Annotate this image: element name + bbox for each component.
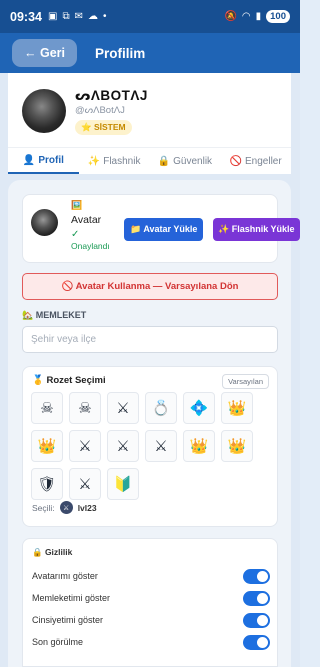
profile-tabs: 👤 Profil ✨ Flashnik 🔒 Güvenlik 🚫 Engelle… — [8, 147, 291, 174]
badge-option[interactable]: 👑 — [221, 392, 253, 424]
avatar-section: 🖼️ Avatar ✓ Onaylandı 📁 Avatar Yükle ✨ F… — [22, 194, 300, 263]
shield-swords-icon: ⚔ — [154, 438, 168, 455]
back-button[interactable]: ← Geri — [12, 39, 77, 67]
show-hometown-toggle[interactable] — [243, 590, 270, 606]
silent-icon: 🔕 — [224, 11, 237, 22]
photo-icon: ▣ — [47, 11, 58, 22]
privacy-row-avatar: Avatarımı göster — [32, 567, 270, 585]
battery-icon: 100 — [266, 10, 290, 23]
profile-content: 🖼️ Avatar ✓ Onaylandı 📁 Avatar Yükle ✨ F… — [8, 180, 300, 667]
selected-badge-row: Seçili: ⚔ lvl23 — [32, 501, 97, 514]
purple-crown-icon: 👑 — [37, 438, 57, 455]
show-gender-toggle[interactable] — [243, 612, 270, 628]
shield-swords-icon: ⚔ — [116, 438, 130, 455]
upload-avatar-button[interactable]: 📁 Avatar Yükle — [124, 218, 204, 241]
profile-page[interactable]: ᔕΛBOTΛJ @ᔕΛBotΛJ ⭐ SİSTEM 👤 Profil ✨ Fla… — [0, 73, 300, 667]
privacy-row-label: Cinsiyetimi göster — [32, 615, 104, 625]
last-seen-toggle[interactable] — [243, 634, 270, 650]
wifi-icon: ◠ — [241, 11, 251, 22]
shield-swords-icon: ⚔ — [78, 476, 92, 493]
privacy-title: 🔒 Gizlilik — [32, 547, 73, 557]
privacy-row-last-seen: Son görülme — [32, 633, 270, 651]
gold-crown-icon: 👑 — [227, 438, 247, 455]
avatar-status: Onaylandı — [71, 241, 110, 251]
prohibited-icon: 🚫 — [229, 155, 242, 167]
selected-badge-value: lvl23 — [77, 502, 97, 513]
privacy-section: 🔒 Gizlilik Avatarımı göster Memleketimi … — [22, 538, 278, 667]
privacy-row-hometown: Memleketimi göster — [32, 589, 270, 607]
tab-label: Güvenlik — [173, 155, 213, 167]
badge-selection-title: 🥇 Rozet Seçimi — [32, 375, 106, 386]
avatar-preview — [31, 209, 58, 236]
tiara-icon: 👑 — [227, 400, 247, 417]
gold-crown-icon: 👑 — [189, 438, 209, 455]
privacy-row-gender: Cinsiyetimi göster — [32, 611, 270, 629]
hometown-label: 🏡 MEMLEKET — [22, 310, 87, 320]
upload-flashnik-button[interactable]: ✨ Flashnik Yükle — [213, 218, 300, 241]
tab-guvenlik[interactable]: 🔒 Güvenlik — [150, 148, 221, 174]
status-time: 09:34 — [10, 9, 42, 24]
tab-flashnik[interactable]: ✨ Flashnik — [79, 148, 150, 174]
badge-option[interactable]: 🔰 — [107, 468, 139, 500]
blue-emblem-icon: 🔰 — [113, 476, 133, 493]
selected-label: Seçili: — [32, 502, 55, 513]
diamond-ring-icon: 💍 — [151, 400, 171, 417]
badge-option[interactable]: 👑 — [183, 430, 215, 462]
check-icon: ✓ — [71, 229, 80, 240]
picture-icon: 🖼️ — [71, 200, 83, 210]
signal-icon: ▮ — [255, 11, 262, 22]
shield-swords-icon: ⚔ — [78, 438, 92, 455]
tab-label: Engeller — [245, 155, 282, 167]
avatar-label: Avatar — [71, 214, 102, 226]
badge-option[interactable]: 🛡 — [31, 468, 63, 500]
system-badge: ⭐ SİSTEM — [75, 120, 132, 135]
reset-avatar-button[interactable]: 🚫 Avatar Kullanma — Varsayılana Dön — [22, 273, 278, 300]
skull-swords-icon: ☠ — [78, 400, 92, 417]
shield-swords-icon: ⚔ — [116, 400, 130, 417]
sparkles-icon: ✨ — [87, 155, 101, 167]
tab-profil[interactable]: 👤 Profil — [8, 148, 79, 174]
page-title: Profilim — [95, 45, 146, 61]
message-icon: ✉ — [74, 11, 83, 22]
tab-engeller[interactable]: 🚫 Engeller — [220, 148, 291, 174]
user-icon: 👤 — [22, 154, 36, 166]
badge-selection-section: 🥇 Rozet Seçimi Varsayılan ☠ ☠ ⚔ 💍 💠 👑 👑 ⚔ ⚔ ⚔ 👑 👑 🛡 ⚔… — [22, 366, 278, 527]
show-avatar-toggle[interactable] — [243, 568, 270, 584]
screenshot-icon: ⧉ — [62, 11, 70, 22]
profile-handle: @ᔕΛBotΛJ — [75, 105, 125, 116]
emblem-icon: 🛡 — [37, 476, 57, 493]
tab-label: Profil — [38, 154, 64, 166]
badge-option[interactable]: ⚔ — [69, 468, 101, 500]
skull-swords-icon: ☠ — [40, 400, 54, 417]
badge-option[interactable]: 👑 — [221, 430, 253, 462]
badge-option[interactable]: ☠ — [69, 392, 101, 424]
status-bar: 09:34 ▣ ⧉ ✉ ☁ • 🔕 ◠ ▮ 100 — [0, 0, 300, 33]
badge-grid: ☠ ☠ ⚔ 💍 💠 👑 👑 ⚔ ⚔ ⚔ 👑 👑 🛡 ⚔ 🔰 — [31, 392, 271, 500]
lock-icon: 🔒 — [157, 155, 171, 167]
selected-badge-icon: ⚔ — [59, 501, 73, 514]
app-bar: ← Geri Profilim — [0, 33, 300, 73]
dot-icon: • — [102, 11, 107, 22]
tab-label: Flashnik — [103, 155, 141, 167]
privacy-row-label: Memleketimi göster — [32, 593, 111, 603]
badge-option[interactable]: ☠ — [31, 392, 63, 424]
hometown-input[interactable] — [22, 326, 278, 353]
profile-username: ᔕΛBOTΛJ — [75, 88, 148, 103]
avatar — [22, 89, 66, 133]
privacy-row-label: Son görülme — [32, 637, 84, 647]
blue-gem-icon: 💠 — [189, 400, 209, 417]
privacy-row-label: Avatarımı göster — [32, 571, 98, 581]
badge-option[interactable]: 👑 — [31, 430, 63, 462]
badge-option[interactable]: ⚔ — [69, 430, 101, 462]
cloud-icon: ☁ — [87, 11, 98, 22]
badge-option[interactable]: ⚔ — [107, 430, 139, 462]
badge-option[interactable]: 💍 — [145, 392, 177, 424]
badge-option[interactable]: ⚔ — [145, 430, 177, 462]
badge-option[interactable]: ⚔ — [107, 392, 139, 424]
status-system-icons: 🔕 ◠ ▮ 100 — [224, 10, 290, 23]
status-notification-icons: ▣ ⧉ ✉ ☁ • — [48, 11, 107, 22]
default-badge-button[interactable]: Varsayılan — [222, 374, 269, 389]
badge-option[interactable]: 💠 — [183, 392, 215, 424]
